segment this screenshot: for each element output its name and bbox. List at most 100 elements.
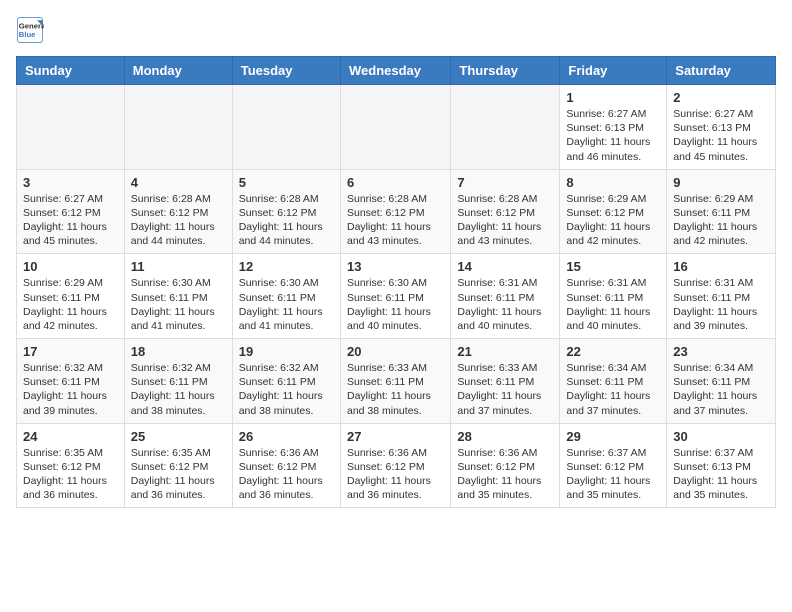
day-number: 19 <box>239 344 334 359</box>
calendar-cell: 4 Sunrise: 6:28 AMSunset: 6:12 PMDaylight… <box>124 169 232 254</box>
calendar-cell: 9 Sunrise: 6:29 AMSunset: 6:11 PMDaylight… <box>667 169 776 254</box>
calendar-cell: 6Sunrise: 6:28 AMSunset: 6:12 PMDaylight… <box>340 169 450 254</box>
calendar-cell: 19Sunrise: 6:32 AMSunset: 6:11 PMDayligh… <box>232 339 340 424</box>
calendar-cell: 24Sunrise: 6:35 AMSunset: 6:12 PMDayligh… <box>17 423 125 508</box>
day-number: 15 <box>566 259 660 274</box>
calendar-cell: 28 Sunrise: 6:36 AMSunset: 6:12 PMDayligh… <box>451 423 560 508</box>
weekday-header-tuesday: Tuesday <box>232 57 340 85</box>
day-number: 4 <box>131 175 226 190</box>
day-number: 16 <box>673 259 769 274</box>
day-number: 9 <box>673 175 769 190</box>
calendar-cell: 17 Sunrise: 6:32 AMSunset: 6:11 PMDayligh… <box>17 339 125 424</box>
svg-text:Blue: Blue <box>19 30 36 39</box>
calendar-cell: 16 Sunrise: 6:31 AMSunset: 6:11 PMDayligh… <box>667 254 776 339</box>
week-row-2: 3 Sunrise: 6:27 AMSunset: 6:12 PMDaylight… <box>17 169 776 254</box>
week-row-3: 10Sunrise: 6:29 AMSunset: 6:11 PMDayligh… <box>17 254 776 339</box>
day-number: 21 <box>457 344 553 359</box>
day-number: 10 <box>23 259 118 274</box>
calendar-cell: 15 Sunrise: 6:31 AMSunset: 6:11 PMDayligh… <box>560 254 667 339</box>
calendar-cell: 25 Sunrise: 6:35 AMSunset: 6:12 PMDayligh… <box>124 423 232 508</box>
week-row-4: 17 Sunrise: 6:32 AMSunset: 6:11 PMDayligh… <box>17 339 776 424</box>
day-detail: Sunrise: 6:27 AMSunset: 6:13 PMDaylight:… <box>673 107 769 164</box>
day-detail: Sunrise: 6:31 AMSunset: 6:11 PMDaylight:… <box>457 276 553 333</box>
calendar-cell: 23 Sunrise: 6:34 AMSunset: 6:11 PMDayligh… <box>667 339 776 424</box>
day-number: 1 <box>566 90 660 105</box>
day-detail: Sunrise: 6:28 AMSunset: 6:12 PMDaylight:… <box>239 192 334 249</box>
calendar-cell <box>340 85 450 170</box>
day-number: 18 <box>131 344 226 359</box>
day-detail: Sunrise: 6:34 AMSunset: 6:11 PMDaylight:… <box>673 361 769 418</box>
calendar-cell: 26Sunrise: 6:36 AMSunset: 6:12 PMDayligh… <box>232 423 340 508</box>
day-number: 23 <box>673 344 769 359</box>
calendar-cell: 18 Sunrise: 6:32 AMSunset: 6:11 PMDayligh… <box>124 339 232 424</box>
day-detail: Sunrise: 6:30 AMSunset: 6:11 PMDaylight:… <box>239 276 334 333</box>
day-detail: Sunrise: 6:34 AMSunset: 6:11 PMDaylight:… <box>566 361 660 418</box>
week-row-5: 24Sunrise: 6:35 AMSunset: 6:12 PMDayligh… <box>17 423 776 508</box>
calendar-cell: 1 Sunrise: 6:27 AMSunset: 6:13 PMDaylight… <box>560 85 667 170</box>
logo: General Blue <box>16 16 44 44</box>
weekday-header-saturday: Saturday <box>667 57 776 85</box>
day-detail: Sunrise: 6:31 AMSunset: 6:11 PMDaylight:… <box>566 276 660 333</box>
day-detail: Sunrise: 6:29 AMSunset: 6:12 PMDaylight:… <box>566 192 660 249</box>
day-detail: Sunrise: 6:30 AMSunset: 6:11 PMDaylight:… <box>131 276 226 333</box>
calendar-cell <box>451 85 560 170</box>
day-number: 13 <box>347 259 444 274</box>
day-number: 17 <box>23 344 118 359</box>
day-detail: Sunrise: 6:31 AMSunset: 6:11 PMDaylight:… <box>673 276 769 333</box>
day-number: 25 <box>131 429 226 444</box>
calendar-cell <box>17 85 125 170</box>
day-detail: Sunrise: 6:27 AMSunset: 6:13 PMDaylight:… <box>566 107 660 164</box>
day-detail: Sunrise: 6:27 AMSunset: 6:12 PMDaylight:… <box>23 192 118 249</box>
day-detail: Sunrise: 6:35 AMSunset: 6:12 PMDaylight:… <box>131 446 226 503</box>
day-detail: Sunrise: 6:36 AMSunset: 6:12 PMDaylight:… <box>347 446 444 503</box>
calendar-cell: 13 Sunrise: 6:30 AMSunset: 6:11 PMDayligh… <box>340 254 450 339</box>
weekday-header-wednesday: Wednesday <box>340 57 450 85</box>
day-detail: Sunrise: 6:28 AMSunset: 6:12 PMDaylight:… <box>131 192 226 249</box>
day-detail: Sunrise: 6:36 AMSunset: 6:12 PMDaylight:… <box>239 446 334 503</box>
day-detail: Sunrise: 6:30 AMSunset: 6:11 PMDaylight:… <box>347 276 444 333</box>
day-number: 29 <box>566 429 660 444</box>
calendar-cell: 10Sunrise: 6:29 AMSunset: 6:11 PMDayligh… <box>17 254 125 339</box>
day-number: 30 <box>673 429 769 444</box>
day-detail: Sunrise: 6:35 AMSunset: 6:12 PMDaylight:… <box>23 446 118 503</box>
day-number: 14 <box>457 259 553 274</box>
calendar-cell: 14 Sunrise: 6:31 AMSunset: 6:11 PMDayligh… <box>451 254 560 339</box>
day-detail: Sunrise: 6:32 AMSunset: 6:11 PMDaylight:… <box>131 361 226 418</box>
day-number: 27 <box>347 429 444 444</box>
calendar-cell: 5 Sunrise: 6:28 AMSunset: 6:12 PMDaylight… <box>232 169 340 254</box>
header: General Blue <box>16 16 776 44</box>
calendar-cell: 12Sunrise: 6:30 AMSunset: 6:11 PMDayligh… <box>232 254 340 339</box>
day-number: 6 <box>347 175 444 190</box>
weekday-header-thursday: Thursday <box>451 57 560 85</box>
calendar-cell: 11Sunrise: 6:30 AMSunset: 6:11 PMDayligh… <box>124 254 232 339</box>
weekday-header-monday: Monday <box>124 57 232 85</box>
weekday-header-friday: Friday <box>560 57 667 85</box>
day-number: 7 <box>457 175 553 190</box>
day-detail: Sunrise: 6:28 AMSunset: 6:12 PMDaylight:… <box>457 192 553 249</box>
weekday-header-sunday: Sunday <box>17 57 125 85</box>
logo-icon: General Blue <box>16 16 44 44</box>
day-detail: Sunrise: 6:37 AMSunset: 6:12 PMDaylight:… <box>566 446 660 503</box>
day-detail: Sunrise: 6:36 AMSunset: 6:12 PMDaylight:… <box>457 446 553 503</box>
calendar-cell: 22 Sunrise: 6:34 AMSunset: 6:11 PMDayligh… <box>560 339 667 424</box>
calendar-table: SundayMondayTuesdayWednesdayThursdayFrid… <box>16 56 776 508</box>
day-number: 8 <box>566 175 660 190</box>
day-detail: Sunrise: 6:32 AMSunset: 6:11 PMDaylight:… <box>23 361 118 418</box>
day-detail: Sunrise: 6:29 AMSunset: 6:11 PMDaylight:… <box>673 192 769 249</box>
calendar-cell: 30 Sunrise: 6:37 AMSunset: 6:13 PMDayligh… <box>667 423 776 508</box>
calendar-cell <box>232 85 340 170</box>
day-number: 5 <box>239 175 334 190</box>
calendar-cell: 27 Sunrise: 6:36 AMSunset: 6:12 PMDayligh… <box>340 423 450 508</box>
day-number: 3 <box>23 175 118 190</box>
weekday-header-row: SundayMondayTuesdayWednesdayThursdayFrid… <box>17 57 776 85</box>
day-number: 22 <box>566 344 660 359</box>
calendar-cell: 7 Sunrise: 6:28 AMSunset: 6:12 PMDaylight… <box>451 169 560 254</box>
day-number: 28 <box>457 429 553 444</box>
page: General Blue SundayMondayTuesdayWednesda… <box>0 0 792 524</box>
calendar-cell <box>124 85 232 170</box>
calendar-cell: 8 Sunrise: 6:29 AMSunset: 6:12 PMDaylight… <box>560 169 667 254</box>
calendar-cell: 20Sunrise: 6:33 AMSunset: 6:11 PMDayligh… <box>340 339 450 424</box>
day-detail: Sunrise: 6:33 AMSunset: 6:11 PMDaylight:… <box>457 361 553 418</box>
day-number: 20 <box>347 344 444 359</box>
day-detail: Sunrise: 6:37 AMSunset: 6:13 PMDaylight:… <box>673 446 769 503</box>
